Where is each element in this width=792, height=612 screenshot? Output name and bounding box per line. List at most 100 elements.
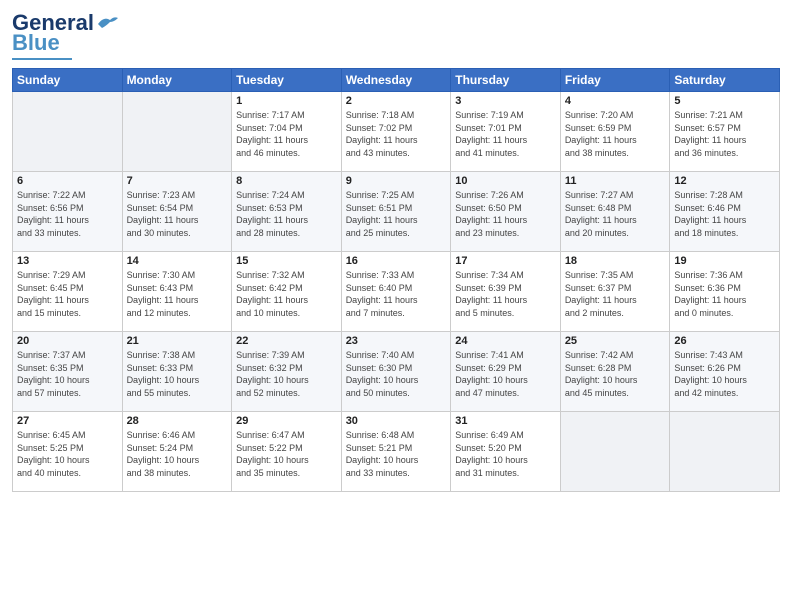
- weekday-header-tuesday: Tuesday: [232, 69, 342, 92]
- day-number: 31: [455, 415, 556, 427]
- calendar-cell: 10 Sunrise: 7:26 AM Sunset: 6:50 PM Dayli…: [451, 172, 561, 252]
- calendar-cell: 16Sunrise: 7:33 AM Sunset: 6:40 PM Dayli…: [341, 252, 451, 332]
- calendar-week-4: 20 Sunrise: 7:37 AM Sunset: 6:35 PM Dayli…: [13, 332, 780, 412]
- day-detail: Sunrise: 7:27 AM Sunset: 6:48 PM Dayligh…: [565, 189, 666, 239]
- day-number: 19: [674, 255, 775, 267]
- day-number: 20: [17, 335, 118, 347]
- calendar-table: SundayMondayTuesdayWednesdayThursdayFrid…: [12, 68, 780, 492]
- calendar-cell: [13, 92, 123, 172]
- day-number: 22: [236, 335, 337, 347]
- weekday-header-sunday: Sunday: [13, 69, 123, 92]
- day-number: 27: [17, 415, 118, 427]
- calendar-cell: [122, 92, 232, 172]
- calendar-cell: 29 Sunrise: 6:47 AM Sunset: 5:22 PM Dayli…: [232, 412, 342, 492]
- day-number: 16: [346, 255, 447, 267]
- day-number: 17: [455, 255, 556, 267]
- calendar-cell: 20 Sunrise: 7:37 AM Sunset: 6:35 PM Dayli…: [13, 332, 123, 412]
- day-number: 26: [674, 335, 775, 347]
- calendar-cell: 7 Sunrise: 7:23 AM Sunset: 6:54 PM Daylig…: [122, 172, 232, 252]
- calendar-cell: 6Sunrise: 7:22 AM Sunset: 6:56 PM Daylig…: [13, 172, 123, 252]
- day-detail: Sunrise: 7:30 AM Sunset: 6:43 PM Dayligh…: [127, 269, 228, 319]
- weekday-header-row: SundayMondayTuesdayWednesdayThursdayFrid…: [13, 69, 780, 92]
- calendar-week-2: 6Sunrise: 7:22 AM Sunset: 6:56 PM Daylig…: [13, 172, 780, 252]
- day-detail: Sunrise: 7:24 AM Sunset: 6:53 PM Dayligh…: [236, 189, 337, 239]
- day-detail: Sunrise: 7:41 AM Sunset: 6:29 PM Dayligh…: [455, 349, 556, 399]
- weekday-header-friday: Friday: [560, 69, 670, 92]
- day-detail: Sunrise: 7:25 AM Sunset: 6:51 PM Dayligh…: [346, 189, 447, 239]
- calendar-cell: 23Sunrise: 7:40 AM Sunset: 6:30 PM Dayli…: [341, 332, 451, 412]
- day-detail: Sunrise: 7:36 AM Sunset: 6:36 PM Dayligh…: [674, 269, 775, 319]
- calendar-cell: 22 Sunrise: 7:39 AM Sunset: 6:32 PM Dayli…: [232, 332, 342, 412]
- day-detail: Sunrise: 7:40 AM Sunset: 6:30 PM Dayligh…: [346, 349, 447, 399]
- day-number: 18: [565, 255, 666, 267]
- calendar-cell: 31Sunrise: 6:49 AM Sunset: 5:20 PM Dayli…: [451, 412, 561, 492]
- day-detail: Sunrise: 7:35 AM Sunset: 6:37 PM Dayligh…: [565, 269, 666, 319]
- calendar-cell: [670, 412, 780, 492]
- calendar-cell: 24Sunrise: 7:41 AM Sunset: 6:29 PM Dayli…: [451, 332, 561, 412]
- day-detail: Sunrise: 7:26 AM Sunset: 6:50 PM Dayligh…: [455, 189, 556, 239]
- calendar-cell: 26 Sunrise: 7:43 AM Sunset: 6:26 PM Dayli…: [670, 332, 780, 412]
- calendar-cell: 17 Sunrise: 7:34 AM Sunset: 6:39 PM Dayli…: [451, 252, 561, 332]
- calendar-cell: 19 Sunrise: 7:36 AM Sunset: 6:36 PM Dayli…: [670, 252, 780, 332]
- calendar-cell: 13 Sunrise: 7:29 AM Sunset: 6:45 PM Dayli…: [13, 252, 123, 332]
- day-number: 5: [674, 95, 775, 107]
- day-detail: Sunrise: 7:23 AM Sunset: 6:54 PM Dayligh…: [127, 189, 228, 239]
- day-number: 13: [17, 255, 118, 267]
- day-detail: Sunrise: 7:34 AM Sunset: 6:39 PM Dayligh…: [455, 269, 556, 319]
- main-container: General Blue SundayMondayTuesdayWednesda…: [0, 0, 792, 500]
- day-detail: Sunrise: 6:45 AM Sunset: 5:25 PM Dayligh…: [17, 429, 118, 479]
- day-detail: Sunrise: 7:37 AM Sunset: 6:35 PM Dayligh…: [17, 349, 118, 399]
- day-number: 14: [127, 255, 228, 267]
- day-detail: Sunrise: 7:32 AM Sunset: 6:42 PM Dayligh…: [236, 269, 337, 319]
- day-number: 11: [565, 175, 666, 187]
- day-detail: Sunrise: 7:39 AM Sunset: 6:32 PM Dayligh…: [236, 349, 337, 399]
- calendar-cell: 8 Sunrise: 7:24 AM Sunset: 6:53 PM Daylig…: [232, 172, 342, 252]
- day-number: 21: [127, 335, 228, 347]
- day-number: 15: [236, 255, 337, 267]
- weekday-header-thursday: Thursday: [451, 69, 561, 92]
- day-number: 6: [17, 175, 118, 187]
- day-number: 12: [674, 175, 775, 187]
- day-number: 28: [127, 415, 228, 427]
- day-number: 30: [346, 415, 447, 427]
- day-number: 8: [236, 175, 337, 187]
- day-detail: Sunrise: 7:28 AM Sunset: 6:46 PM Dayligh…: [674, 189, 775, 239]
- day-detail: Sunrise: 7:29 AM Sunset: 6:45 PM Dayligh…: [17, 269, 118, 319]
- calendar-cell: 30 Sunrise: 6:48 AM Sunset: 5:21 PM Dayli…: [341, 412, 451, 492]
- calendar-cell: 18 Sunrise: 7:35 AM Sunset: 6:37 PM Dayli…: [560, 252, 670, 332]
- calendar-week-5: 27 Sunrise: 6:45 AM Sunset: 5:25 PM Dayli…: [13, 412, 780, 492]
- calendar-cell: 2 Sunrise: 7:18 AM Sunset: 7:02 PM Daylig…: [341, 92, 451, 172]
- calendar-cell: [560, 412, 670, 492]
- header: General Blue: [12, 10, 780, 60]
- day-number: 9: [346, 175, 447, 187]
- day-detail: Sunrise: 7:19 AM Sunset: 7:01 PM Dayligh…: [455, 109, 556, 159]
- day-detail: Sunrise: 6:46 AM Sunset: 5:24 PM Dayligh…: [127, 429, 228, 479]
- day-number: 2: [346, 95, 447, 107]
- weekday-header-monday: Monday: [122, 69, 232, 92]
- calendar-week-1: 1Sunrise: 7:17 AM Sunset: 7:04 PM Daylig…: [13, 92, 780, 172]
- logo: General Blue: [12, 10, 118, 60]
- day-number: 7: [127, 175, 228, 187]
- day-detail: Sunrise: 6:47 AM Sunset: 5:22 PM Dayligh…: [236, 429, 337, 479]
- day-detail: Sunrise: 7:20 AM Sunset: 6:59 PM Dayligh…: [565, 109, 666, 159]
- calendar-cell: 4 Sunrise: 7:20 AM Sunset: 6:59 PM Daylig…: [560, 92, 670, 172]
- day-detail: Sunrise: 6:48 AM Sunset: 5:21 PM Dayligh…: [346, 429, 447, 479]
- day-number: 4: [565, 95, 666, 107]
- day-number: 3: [455, 95, 556, 107]
- day-detail: Sunrise: 7:38 AM Sunset: 6:33 PM Dayligh…: [127, 349, 228, 399]
- calendar-cell: 1Sunrise: 7:17 AM Sunset: 7:04 PM Daylig…: [232, 92, 342, 172]
- logo-bird-icon: [96, 14, 118, 32]
- calendar-cell: 11 Sunrise: 7:27 AM Sunset: 6:48 PM Dayli…: [560, 172, 670, 252]
- calendar-week-3: 13 Sunrise: 7:29 AM Sunset: 6:45 PM Dayli…: [13, 252, 780, 332]
- calendar-cell: 27 Sunrise: 6:45 AM Sunset: 5:25 PM Dayli…: [13, 412, 123, 492]
- day-detail: Sunrise: 7:18 AM Sunset: 7:02 PM Dayligh…: [346, 109, 447, 159]
- day-number: 1: [236, 95, 337, 107]
- weekday-header-wednesday: Wednesday: [341, 69, 451, 92]
- day-number: 10: [455, 175, 556, 187]
- day-number: 29: [236, 415, 337, 427]
- calendar-cell: 21 Sunrise: 7:38 AM Sunset: 6:33 PM Dayli…: [122, 332, 232, 412]
- calendar-cell: 3 Sunrise: 7:19 AM Sunset: 7:01 PM Daylig…: [451, 92, 561, 172]
- calendar-cell: 15 Sunrise: 7:32 AM Sunset: 6:42 PM Dayli…: [232, 252, 342, 332]
- calendar-cell: 9 Sunrise: 7:25 AM Sunset: 6:51 PM Daylig…: [341, 172, 451, 252]
- day-detail: Sunrise: 7:43 AM Sunset: 6:26 PM Dayligh…: [674, 349, 775, 399]
